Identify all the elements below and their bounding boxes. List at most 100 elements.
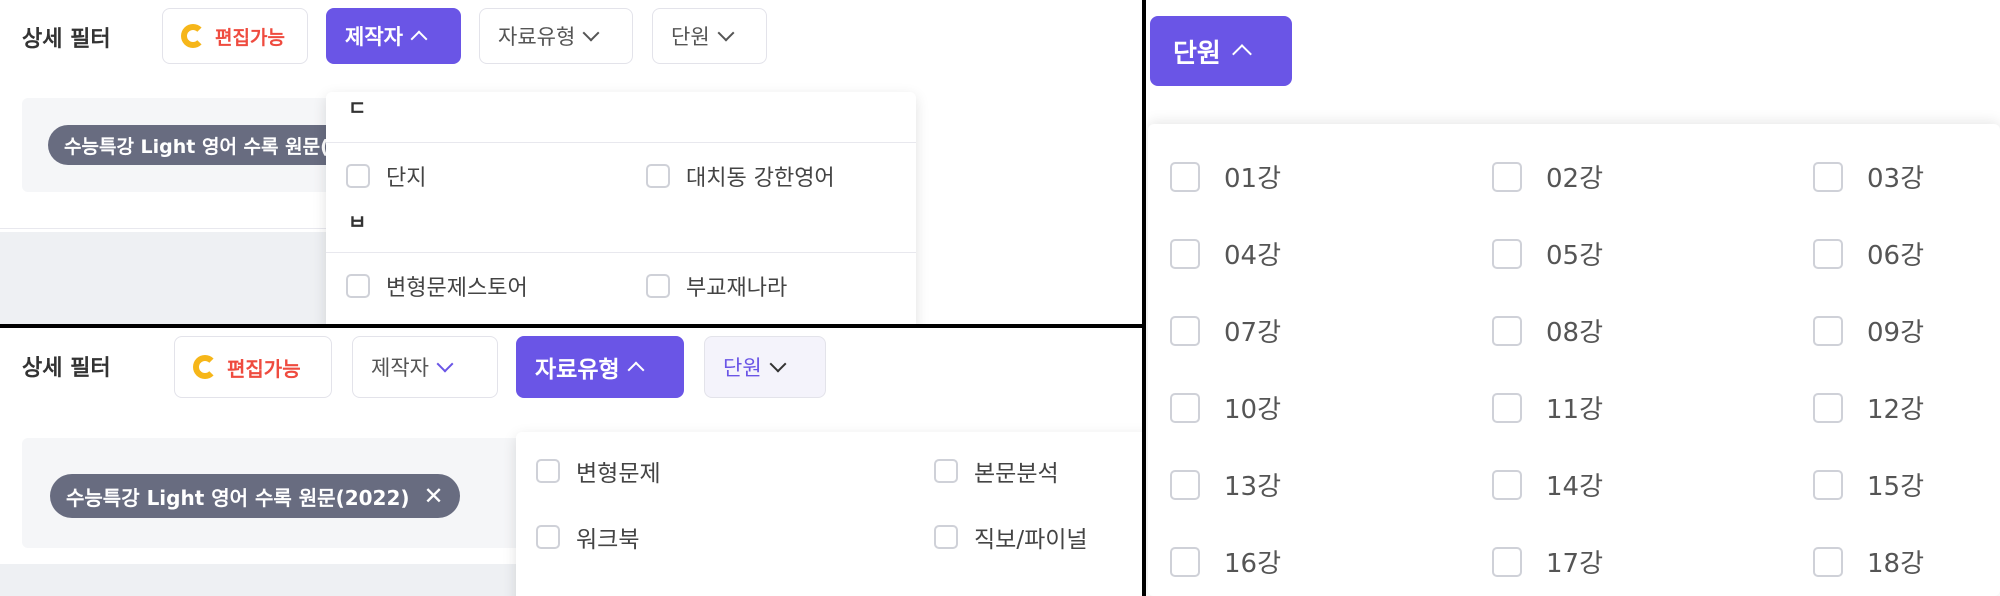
option-item[interactable]: 부교재나라 [646, 270, 787, 302]
lesson-option[interactable]: 02강 [1492, 158, 1603, 195]
lesson-option[interactable]: 08강 [1492, 312, 1603, 349]
checkbox[interactable] [1170, 546, 1200, 577]
author-filter-button[interactable]: 제작자 [326, 8, 461, 64]
lesson-option[interactable]: 15강 [1813, 466, 1924, 503]
lesson-option[interactable]: 03강 [1813, 158, 1924, 195]
unit-filter-button[interactable]: 단원 [704, 336, 826, 398]
editable-chip[interactable]: 편집가능 [174, 336, 332, 398]
selected-tag-label: 수능특강 Light 영어 수록 원문(2022) [66, 485, 410, 510]
option-label: 본문분석 [974, 461, 1059, 487]
option-item[interactable]: 변형문제 [536, 454, 661, 488]
checkbox[interactable] [1492, 392, 1522, 423]
lesson-option[interactable]: 16강 [1170, 543, 1281, 580]
checkbox[interactable] [1492, 238, 1522, 269]
option-item[interactable]: 본문분석 [934, 454, 1059, 488]
panel-author-dropdown: 상세 필터 편집가능 제작자 자료유형 단원 수능특강 Light 영어 수록 … [0, 0, 1142, 324]
option-item[interactable]: 워크북 [536, 520, 639, 554]
option-item[interactable]: 대치동 강한영어 [646, 160, 835, 192]
checkbox[interactable] [1170, 469, 1200, 500]
selected-tags-box: 수능특강 Light 영어 수록 원문(2022) ✕ [22, 438, 522, 548]
editable-label: 편집가능 [227, 356, 301, 381]
editable-label: 편집가능 [215, 26, 285, 49]
checkbox[interactable] [1170, 238, 1200, 269]
lesson-option[interactable]: 18강 [1813, 543, 1924, 580]
selected-tag[interactable]: 수능특강 Light 영어 수록 원문( [48, 125, 348, 165]
checkbox[interactable] [1813, 392, 1843, 423]
lesson-option[interactable]: 10강 [1170, 389, 1281, 426]
checkbox[interactable] [1492, 315, 1522, 346]
lesson-option[interactable]: 07강 [1170, 312, 1281, 349]
checkbox[interactable] [1813, 469, 1843, 500]
checkbox[interactable] [934, 459, 958, 483]
checkbox[interactable] [1492, 161, 1522, 192]
lesson-option[interactable]: 01강 [1170, 158, 1281, 195]
checkbox[interactable] [646, 164, 670, 188]
lesson-label: 07강 [1224, 318, 1282, 348]
type-filter-label: 자료유형 [498, 25, 576, 49]
chevron-down-icon [717, 24, 735, 42]
lesson-label: 11강 [1546, 395, 1604, 425]
c-logo-icon [181, 24, 205, 48]
group-header-d: ㄷ [348, 96, 367, 120]
lesson-option[interactable]: 06강 [1813, 235, 1924, 272]
type-filter-button[interactable]: 자료유형 [516, 336, 684, 398]
unit-dropdown: 01강 02강 03강 04강 05강 06강 07강 08강 09강 10강 11강 12강 13강 1… [1148, 124, 2000, 596]
checkbox[interactable] [1813, 238, 1843, 269]
checkbox[interactable] [934, 525, 958, 549]
lesson-option[interactable]: 13강 [1170, 466, 1281, 503]
checkbox[interactable] [1170, 161, 1200, 192]
lesson-label: 06강 [1867, 241, 1925, 271]
option-label: 부교재나라 [686, 276, 788, 301]
checkbox[interactable] [1492, 546, 1522, 577]
selected-tag[interactable]: 수능특강 Light 영어 수록 원문(2022) ✕ [50, 474, 460, 518]
lesson-label: 02강 [1546, 164, 1604, 194]
checkbox[interactable] [1813, 546, 1843, 577]
lesson-option[interactable]: 14강 [1492, 466, 1603, 503]
content-background [0, 232, 330, 324]
option-item[interactable]: 변형문제스토어 [346, 270, 528, 302]
filter-label: 상세 필터 [22, 356, 111, 381]
lesson-label: 04강 [1224, 241, 1282, 271]
lesson-label: 17강 [1546, 549, 1604, 579]
divider [0, 228, 330, 229]
lesson-option[interactable]: 11강 [1492, 389, 1603, 426]
editable-chip[interactable]: 편집가능 [162, 8, 308, 64]
filter-label: 상세 필터 [22, 27, 111, 52]
checkbox[interactable] [536, 525, 560, 549]
checkbox[interactable] [1813, 161, 1843, 192]
unit-filter-button[interactable]: 단원 [1150, 16, 1292, 86]
author-filter-label: 제작자 [371, 356, 429, 380]
option-item[interactable]: 단지 [346, 160, 426, 192]
author-filter-button[interactable]: 제작자 [352, 336, 498, 398]
option-label: 직보/파이널 [974, 527, 1088, 553]
close-icon[interactable]: ✕ [424, 482, 444, 510]
panel-type-dropdown: 상세 필터 편집가능 제작자 자료유형 단원 수능특강 Light 영어 수록 … [0, 328, 1142, 596]
unit-filter-label: 단원 [671, 25, 710, 49]
option-label: 대치동 강한영어 [686, 166, 835, 191]
unit-filter-label: 단원 [1173, 38, 1221, 69]
checkbox[interactable] [1170, 315, 1200, 346]
lesson-option[interactable]: 04강 [1170, 235, 1281, 272]
option-item[interactable]: 직보/파이널 [934, 520, 1088, 554]
checkbox[interactable] [346, 274, 370, 298]
checkbox[interactable] [1170, 392, 1200, 423]
checkbox[interactable] [646, 274, 670, 298]
unit-filter-button[interactable]: 단원 [652, 8, 767, 64]
c-logo-icon [193, 355, 217, 379]
checkbox[interactable] [536, 459, 560, 483]
lesson-option[interactable]: 17강 [1492, 543, 1603, 580]
checkbox[interactable] [1492, 469, 1522, 500]
checkbox[interactable] [1813, 315, 1843, 346]
lesson-option[interactable]: 05강 [1492, 235, 1603, 272]
panel-unit-dropdown: 단원 01강 02강 03강 04강 05강 06강 07강 08강 09강 10강 11강 12강 1… [1146, 0, 2000, 596]
chevron-up-icon [1231, 44, 1252, 64]
lesson-label: 15강 [1867, 472, 1925, 502]
chevron-up-icon [410, 30, 428, 48]
chevron-down-icon [436, 355, 454, 373]
lesson-option[interactable]: 12강 [1813, 389, 1924, 426]
lesson-label: 08강 [1546, 318, 1604, 348]
type-filter-button[interactable]: 자료유형 [479, 8, 633, 64]
checkbox[interactable] [346, 164, 370, 188]
lesson-option[interactable]: 09강 [1813, 312, 1924, 349]
lesson-label: 01강 [1224, 164, 1282, 194]
